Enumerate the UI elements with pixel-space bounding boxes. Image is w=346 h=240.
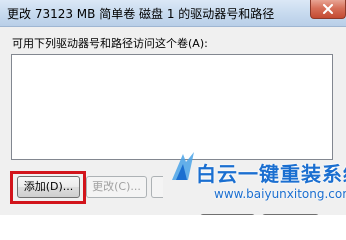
window-title: 更改 73123 MB 简单卷 磁盘 1 的驱动器号和路径 (7, 7, 275, 21)
close-button[interactable] (310, 0, 346, 19)
close-icon (323, 4, 333, 14)
add-button[interactable]: 添加(D)... (17, 176, 80, 198)
change-button[interactable]: 更改(C)... (86, 176, 147, 198)
title-bar[interactable]: 更改 73123 MB 简单卷 磁盘 1 的驱动器号和路径 (0, 0, 346, 27)
drive-letter-dialog: 更改 73123 MB 简单卷 磁盘 1 的驱动器号和路径 可用下列驱动器号和路… (0, 0, 346, 215)
list-label: 可用下列驱动器号和路径访问这个卷(A): (12, 37, 208, 50)
drive-path-list[interactable] (11, 54, 333, 160)
ok-button[interactable]: 确定 (200, 214, 255, 215)
remove-button[interactable] (151, 176, 163, 198)
dialog-content: 可用下列驱动器号和路径访问这个卷(A): 添加(D)... 更改(C)... 确… (0, 27, 346, 215)
cancel-button[interactable]: 取消 (262, 214, 319, 215)
